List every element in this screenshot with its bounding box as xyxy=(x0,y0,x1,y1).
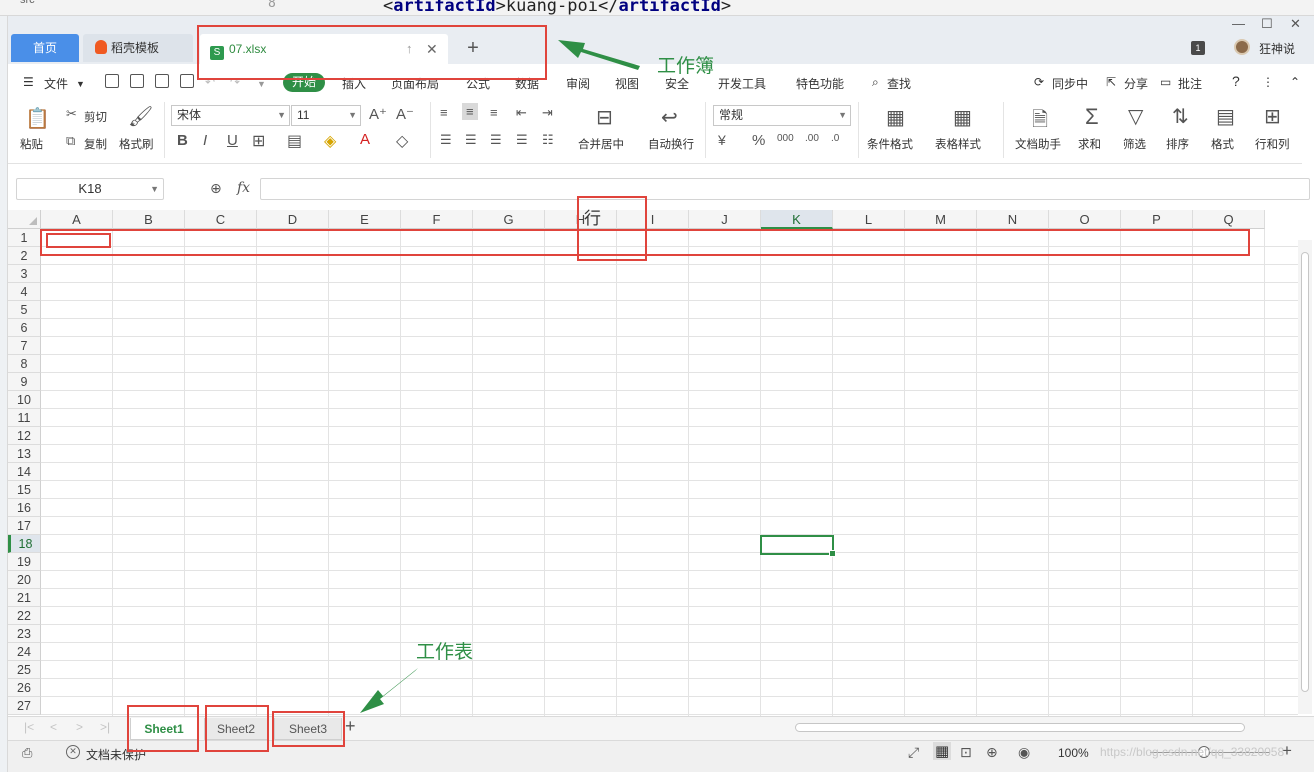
annotation-arrows xyxy=(360,40,640,713)
wps-spreadsheet-window: src 8 <artifactId>kuang-poi</artifactId>… xyxy=(0,0,1314,772)
workbook-arrow xyxy=(558,40,640,70)
worksheet-arrow xyxy=(360,668,418,713)
